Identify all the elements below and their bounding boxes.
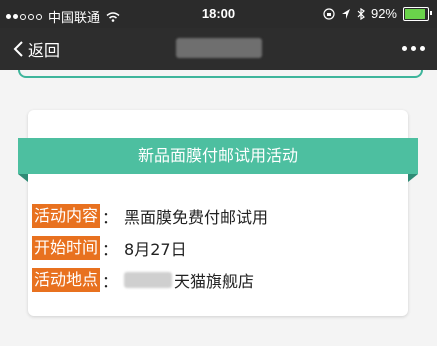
info-colon: ：: [102, 208, 119, 227]
ribbon-fold-left: [18, 174, 28, 182]
lock-rotation-icon: [323, 7, 335, 20]
nav-bar: 返回: [0, 28, 437, 70]
banner-title: 新品面膜付邮试用活动: [18, 138, 418, 174]
info-label: 活动内容: [32, 204, 101, 228]
redacted-brand: [124, 272, 173, 288]
info-colon: ：: [102, 272, 119, 291]
info-value: 黑面膜免费付邮试用: [124, 208, 269, 227]
info-value: 天猫旗舰店: [174, 272, 255, 291]
info-label: 活动地点: [32, 268, 101, 292]
battery-icon: [403, 6, 432, 21]
status-right: 92%: [323, 6, 432, 21]
battery-percent: 92%: [370, 6, 397, 21]
status-bar: 中国联通 18:00 92%: [0, 0, 437, 28]
nav-title-redacted: [0, 38, 437, 62]
info-colon: ：: [102, 240, 119, 259]
info-label: 开始时间: [32, 236, 101, 260]
promo-card: 新品面膜付邮试用活动 活动内容 ： 黑面膜免费付邮试用 开始时间 ： 8月27日…: [18, 110, 418, 316]
battery-level: [405, 8, 426, 19]
location-icon: [341, 8, 350, 19]
info-row-content: 活动内容 ： 黑面膜免费付邮试用: [32, 202, 268, 230]
more-dots-icon[interactable]: [402, 46, 425, 51]
info-value: 8月27日: [124, 240, 187, 259]
ribbon-fold-right: [408, 174, 418, 182]
previous-card-edge: [18, 70, 423, 78]
info-row-location: 活动地点 ： 天猫旗舰店: [32, 266, 268, 294]
info-row-start-time: 开始时间 ： 8月27日: [32, 234, 268, 262]
info-rows: 活动内容 ： 黑面膜免费付邮试用 开始时间 ： 8月27日 活动地点 ： 天猫旗…: [32, 202, 268, 298]
banner: 新品面膜付邮试用活动: [18, 138, 418, 182]
bluetooth-icon: [357, 7, 365, 20]
